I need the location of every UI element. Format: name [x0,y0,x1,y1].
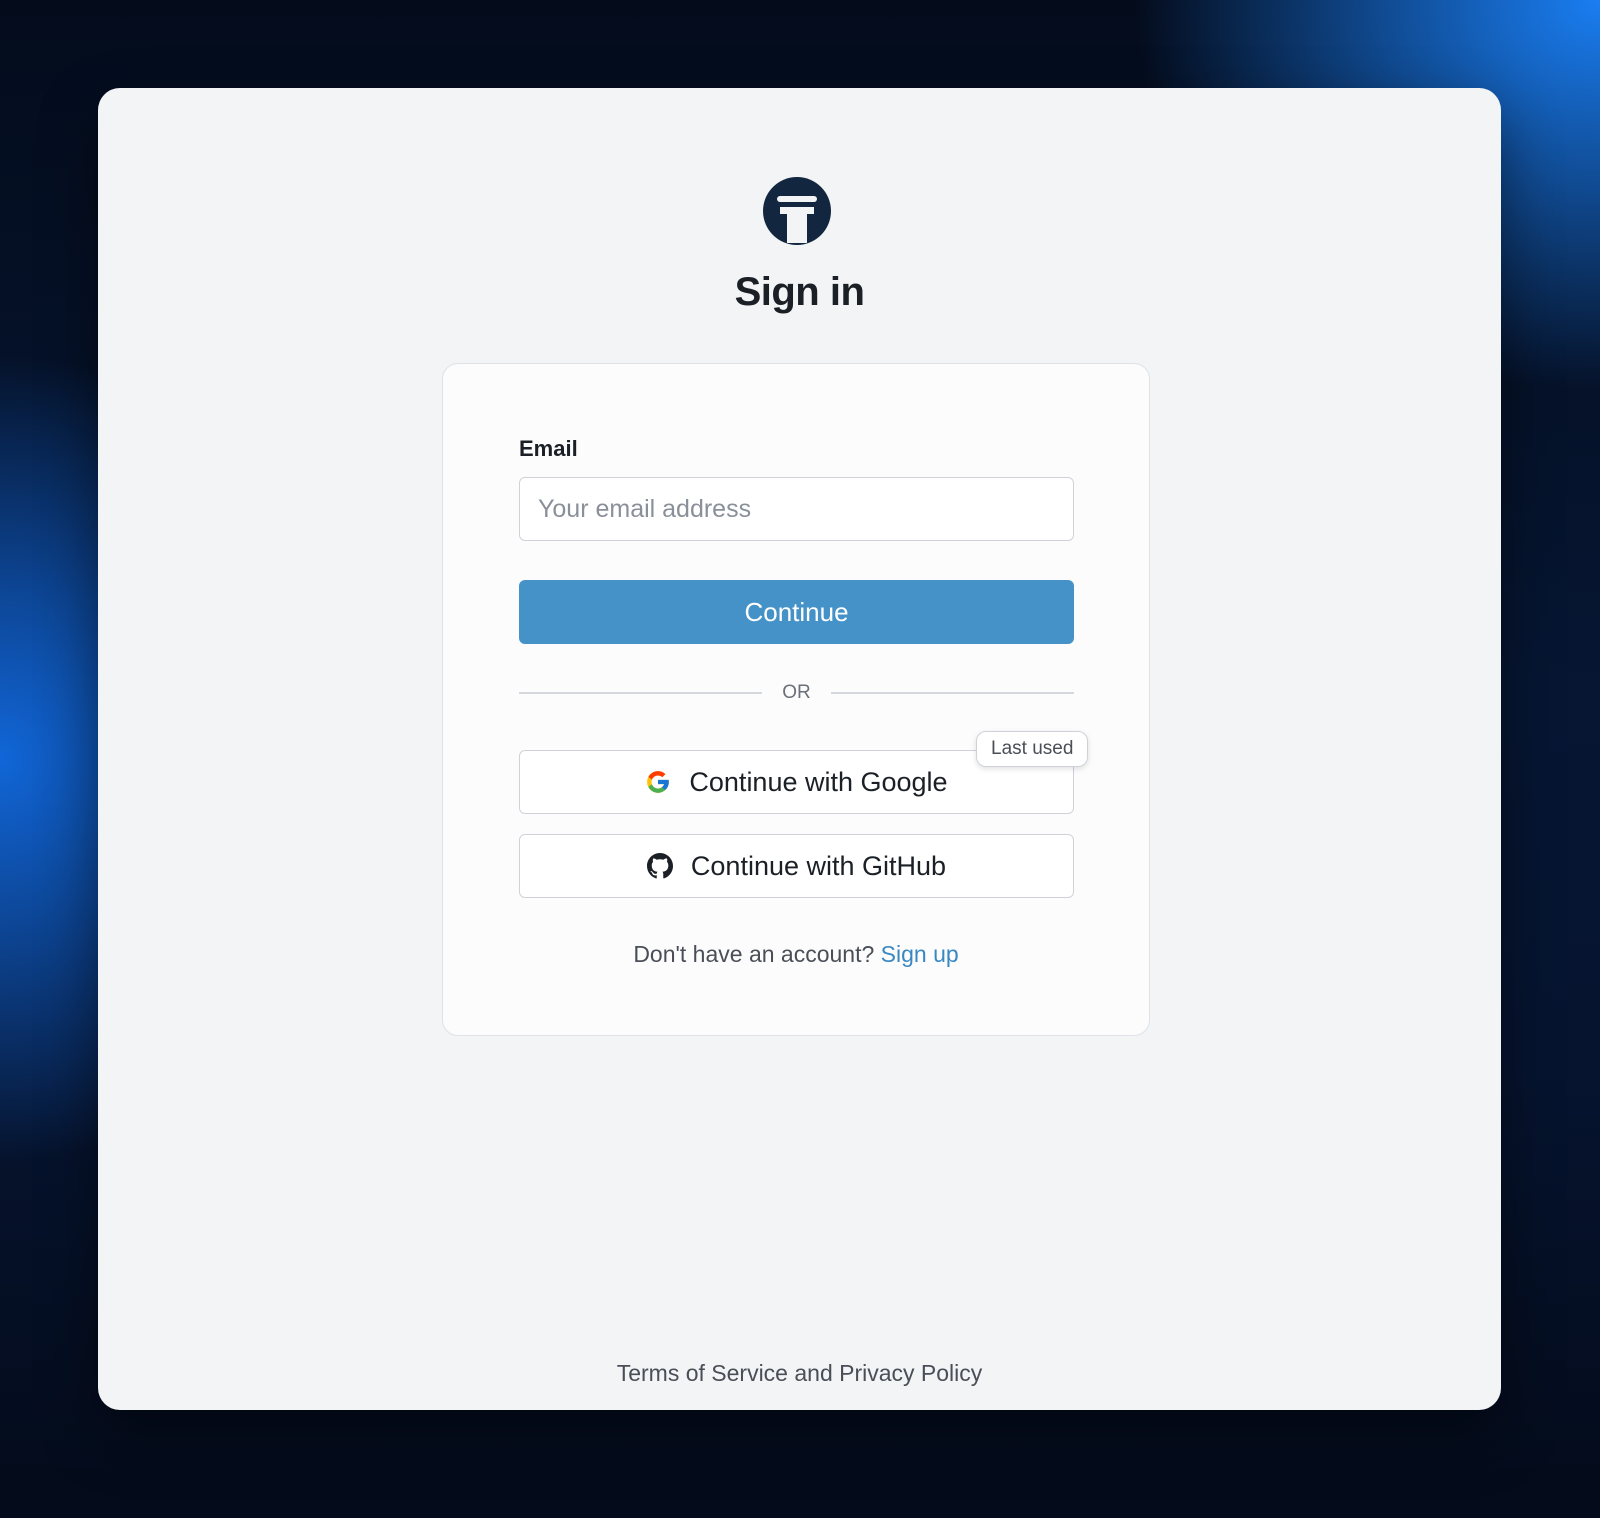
or-divider: OR [519,679,1074,707]
continue-with-github-button[interactable]: Continue with GitHub [519,834,1074,898]
last-used-badge: Last used [976,731,1089,767]
page-title: Sign in [734,270,865,314]
google-button-label: Continue with Google [689,766,948,797]
signup-prompt-text: Don't have an account? [633,941,881,967]
continue-button[interactable]: Continue [519,580,1074,644]
email-label: Email [519,436,578,461]
signup-prompt-row: Don't have an account? Sign up [443,941,1149,968]
github-button-label: Continue with GitHub [690,850,947,881]
sign-up-link[interactable]: Sign up [881,941,959,967]
terms-privacy-link[interactable]: Terms of Service and Privacy Policy [98,1360,1501,1387]
google-icon [647,771,670,793]
divider-line-right [831,692,1074,694]
github-icon [646,853,673,879]
email-input[interactable] [519,477,1074,541]
auth-window: Sign in Email Continue OR Continue with … [98,88,1501,1410]
pillar-logo-icon [763,177,831,245]
sign-in-card: Email Continue OR Continue with Google L… [442,363,1150,1036]
